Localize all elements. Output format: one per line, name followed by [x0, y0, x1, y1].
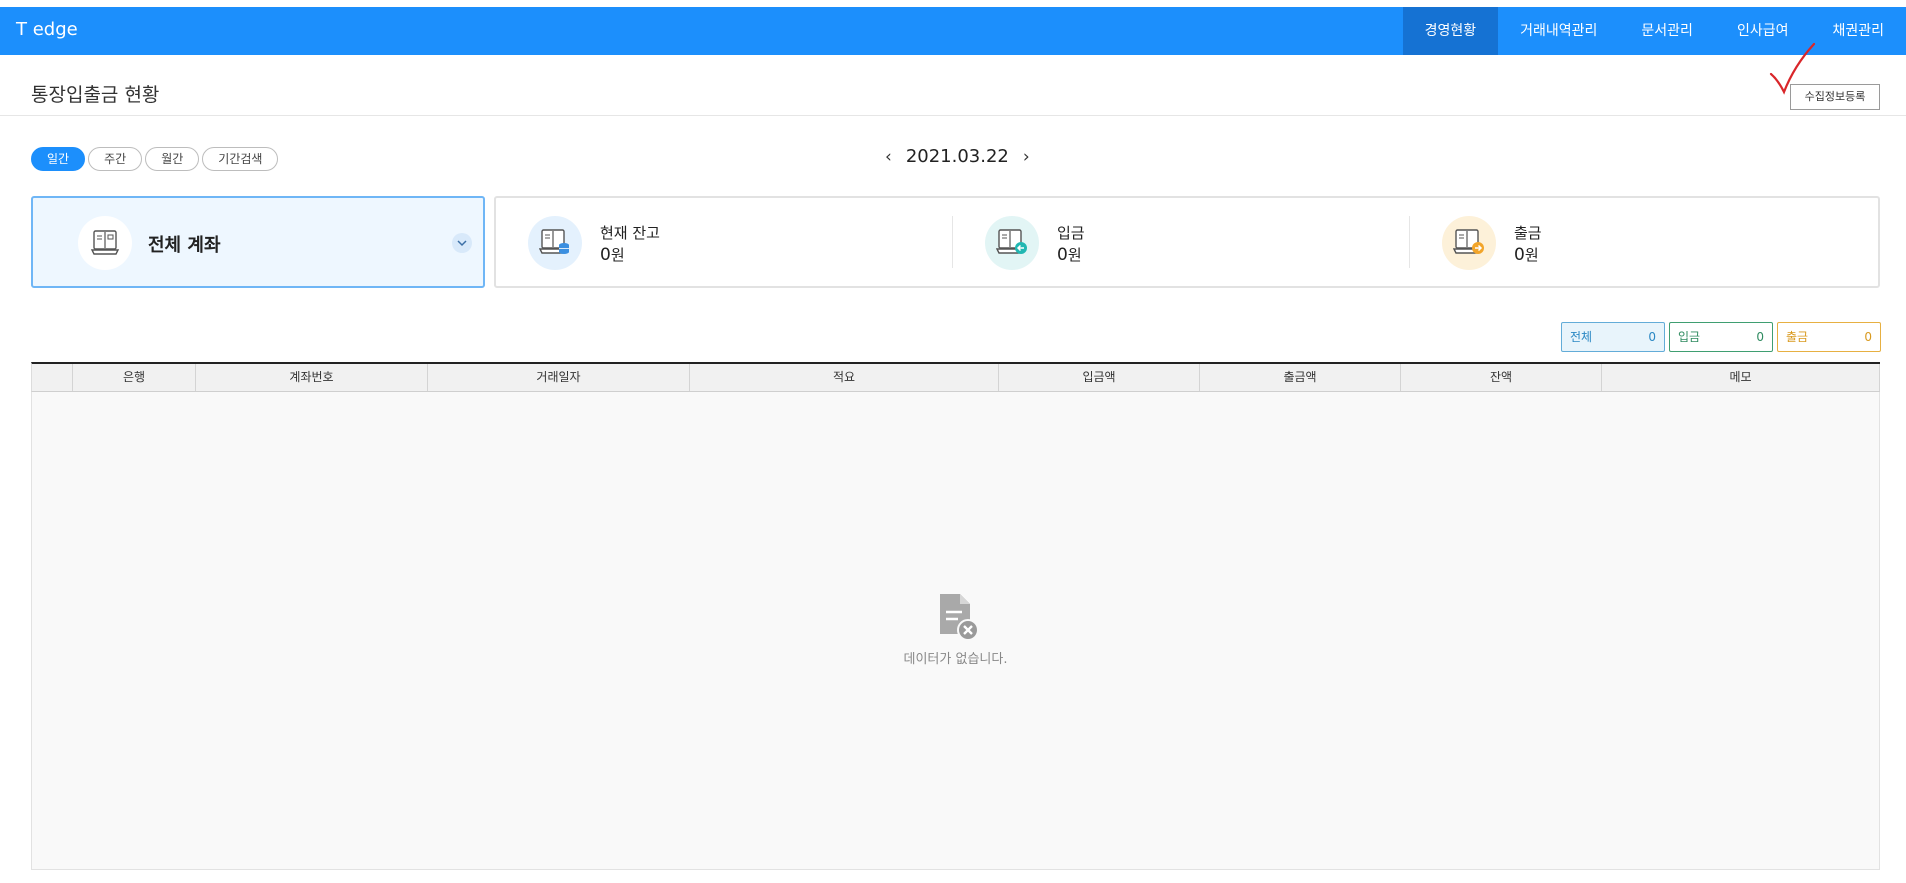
empty-message: 데이터가 없습니다. [903, 652, 1008, 667]
tab-period-search[interactable]: 기간검색 [202, 147, 279, 171]
deposit-value: 0원 [1057, 244, 1082, 265]
count-deposit-button[interactable]: 입금 0 [1669, 322, 1773, 352]
column-header-account-number[interactable]: 계좌번호 [196, 364, 428, 391]
transaction-table: 은행 계좌번호 거래일자 적요 입금액 출금액 잔액 메모 [31, 362, 1880, 392]
top-bar: T edge 경영현황 거래내역관리 문서관리 인사급여 채권관리 [0, 7, 1906, 55]
summary-balance: 현재 잔고 0원 [496, 198, 952, 286]
column-header-balance[interactable]: 잔액 [1401, 364, 1602, 391]
nav-item-management-status[interactable]: 경영현황 [1402, 7, 1499, 55]
bankbook-icon [78, 216, 132, 270]
header-divider [0, 115, 1906, 116]
brand-logo[interactable]: T edge [16, 19, 78, 40]
count-deposit-value: 0 [1756, 330, 1764, 344]
table-body: 데이터가 없습니다. [31, 392, 1880, 870]
count-all-button[interactable]: 전체 0 [1561, 322, 1665, 352]
count-withdraw-button[interactable]: 출금 0 [1777, 322, 1881, 352]
tab-weekly[interactable]: 주간 [88, 147, 143, 171]
count-all-label: 전체 [1570, 330, 1593, 344]
count-deposit-label: 입금 [1678, 330, 1701, 344]
current-date: 2021.03.22 [905, 146, 1009, 167]
column-header-withdraw-amount[interactable]: 출금액 [1200, 364, 1401, 391]
count-withdraw-value: 0 [1864, 330, 1872, 344]
tab-daily[interactable]: 일간 [31, 147, 86, 171]
account-name: 전체 계좌 [148, 235, 221, 256]
chevron-left-icon[interactable]: ‹ [885, 147, 892, 167]
nav-item-transaction-management[interactable]: 거래내역관리 [1498, 7, 1619, 55]
deposit-unit: 원 [1067, 246, 1082, 264]
deposit-amount: 0 [1057, 245, 1068, 265]
balance-amount: 0 [600, 245, 611, 265]
summary-withdraw: 출금 0원 [1410, 198, 1878, 286]
tab-monthly[interactable]: 월간 [145, 147, 200, 171]
withdraw-label: 출금 [1514, 224, 1542, 242]
deposit-label: 입금 [1057, 224, 1085, 242]
column-header-select [32, 364, 73, 391]
table-header: 은행 계좌번호 거래일자 적요 입금액 출금액 잔액 메모 [31, 362, 1880, 392]
balance-unit: 원 [610, 246, 625, 264]
summary-deposit: 입금 0원 [953, 198, 1409, 286]
balance-value: 0원 [600, 244, 625, 265]
chevron-right-icon[interactable]: › [1023, 147, 1030, 167]
register-collection-info-button[interactable]: 수집정보등록 [1790, 84, 1880, 110]
nav-item-document-management[interactable]: 문서관리 [1619, 7, 1715, 55]
column-header-bank[interactable]: 은행 [73, 364, 196, 391]
period-tabs: 일간 주간 월간 기간검색 [31, 147, 279, 171]
account-selector[interactable]: 전체 계좌 [31, 196, 485, 288]
count-all-value: 0 [1648, 330, 1656, 344]
page-title: 통장입출금 현황 [31, 84, 160, 106]
column-header-memo[interactable]: 메모 [1602, 364, 1880, 391]
empty-state: 데이터가 없습니다. [32, 592, 1879, 667]
no-data-icon [939, 594, 979, 641]
balance-icon [528, 216, 582, 270]
date-navigator: ‹ 2021.03.22 › [885, 146, 1030, 167]
transaction-count-filters: 전체 0 입금 0 출금 0 [1561, 322, 1881, 352]
withdraw-value: 0원 [1514, 244, 1539, 265]
chevron-down-icon[interactable] [452, 233, 472, 253]
summary-panel: 현재 잔고 0원 입금 0원 출금 0원 [494, 196, 1880, 288]
count-withdraw-label: 출금 [1786, 330, 1809, 344]
withdraw-amount: 0 [1514, 245, 1525, 265]
column-header-deposit-amount[interactable]: 입금액 [999, 364, 1200, 391]
deposit-icon [985, 216, 1039, 270]
withdraw-unit: 원 [1524, 246, 1539, 264]
main-nav: 경영현황 거래내역관리 문서관리 인사급여 채권관리 [1402, 7, 1906, 55]
nav-item-receivables-management[interactable]: 채권관리 [1810, 7, 1906, 55]
withdraw-icon [1442, 216, 1496, 270]
column-header-transaction-date[interactable]: 거래일자 [428, 364, 690, 391]
balance-label: 현재 잔고 [600, 224, 660, 242]
column-header-description[interactable]: 적요 [690, 364, 999, 391]
